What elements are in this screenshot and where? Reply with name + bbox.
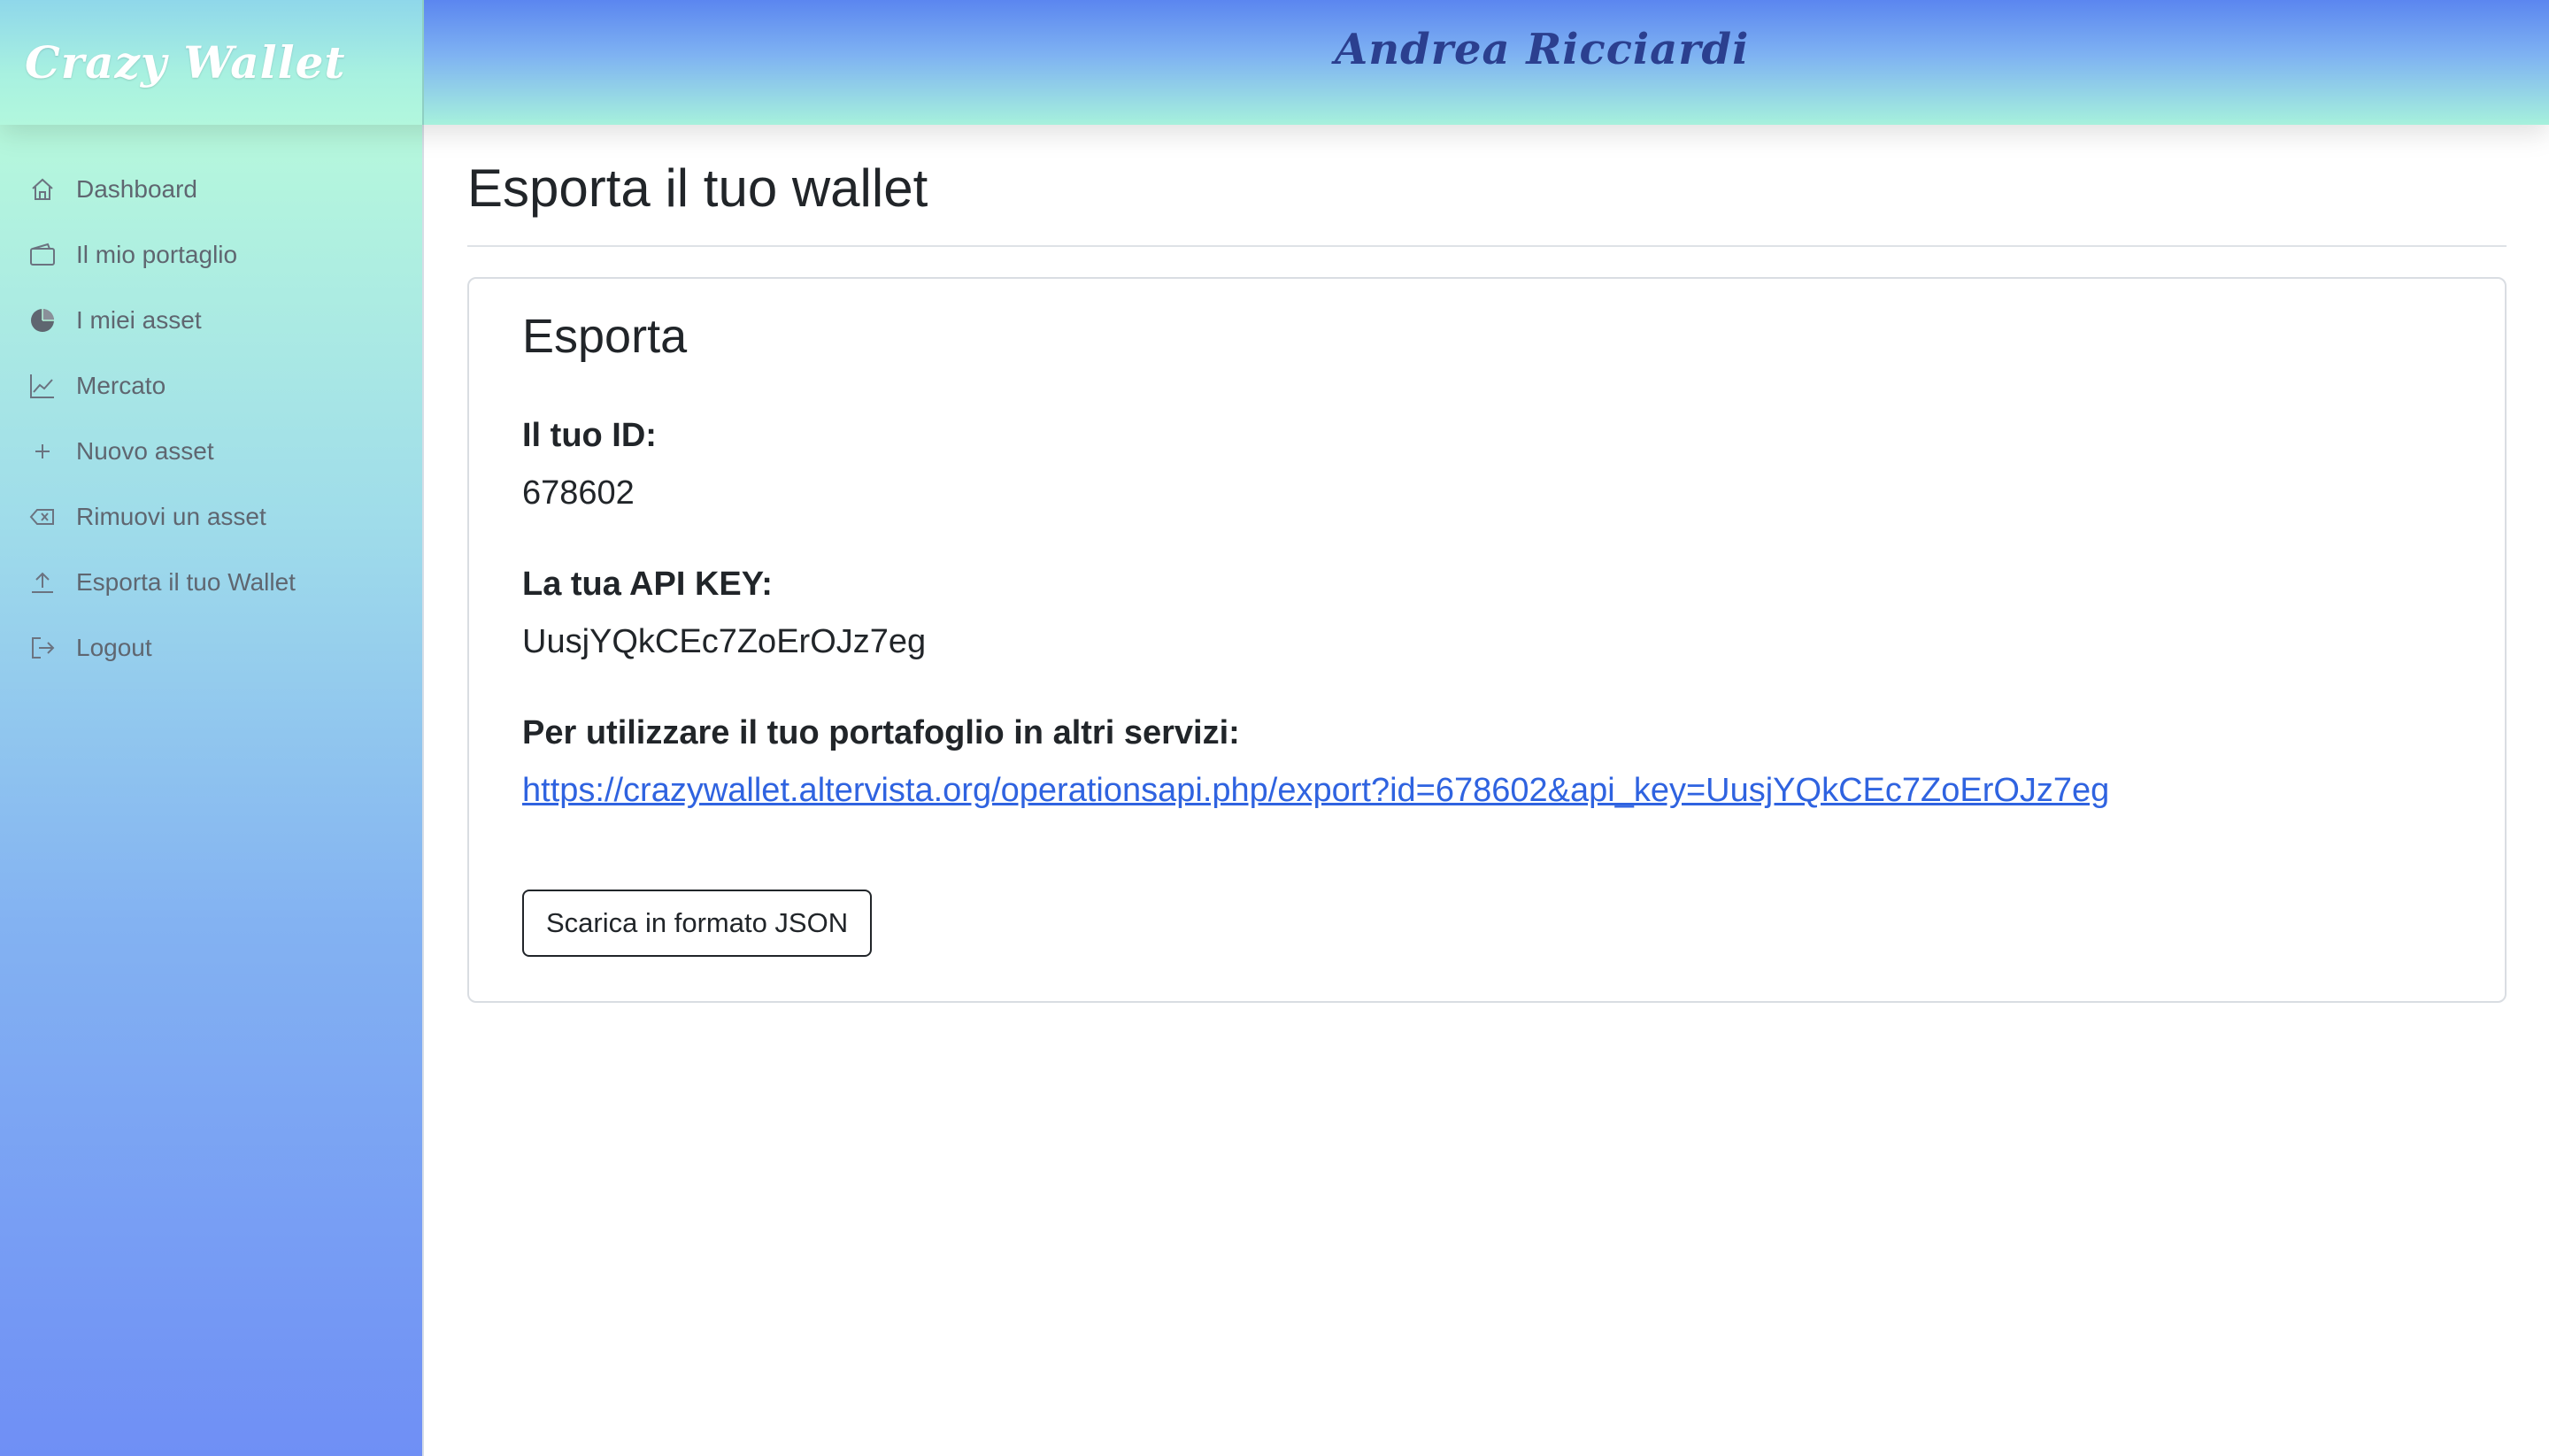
user-name: Andrea Ricciardi bbox=[1335, 25, 1750, 74]
divider bbox=[467, 245, 2507, 247]
sidebar-item-market[interactable]: Mercato bbox=[0, 353, 422, 419]
download-json-button[interactable]: Scarica in formato JSON bbox=[522, 890, 873, 957]
sidebar-item-label: Logout bbox=[76, 634, 152, 661]
house-icon bbox=[27, 173, 58, 205]
sidebar-item-label: Rimuovi un asset bbox=[76, 503, 266, 530]
id-label: Il tuo ID: bbox=[522, 417, 657, 454]
line-chart-icon bbox=[27, 370, 58, 402]
api-key-label: La tua API KEY: bbox=[522, 566, 773, 603]
export-api-link[interactable]: https://crazywallet.altervista.org/opera… bbox=[522, 772, 2109, 810]
id-field: Il tuo ID: 678602 bbox=[522, 417, 2452, 512]
sidebar-item-assets[interactable]: I miei asset bbox=[0, 288, 422, 353]
sidebar-item-label: Mercato bbox=[76, 372, 166, 399]
sidebar-item-label: Il mio portaglio bbox=[76, 241, 238, 268]
sidebar-item-label: Esporta il tuo Wallet bbox=[76, 568, 296, 596]
pie-chart-icon bbox=[27, 304, 58, 336]
sidebar-item-label: Dashboard bbox=[76, 175, 197, 203]
sidebar-nav: Dashboard Il mio portaglio I miei asset … bbox=[0, 125, 422, 681]
sidebar-item-label: I miei asset bbox=[76, 306, 202, 334]
sidebar-item-portfolio[interactable]: Il mio portaglio bbox=[0, 222, 422, 288]
wallet-icon bbox=[27, 239, 58, 271]
upload-icon bbox=[27, 566, 58, 598]
sidebar: Dashboard Il mio portaglio I miei asset … bbox=[0, 125, 424, 1456]
id-value: 678602 bbox=[522, 474, 635, 512]
logout-icon bbox=[27, 632, 58, 664]
sidebar-item-export-wallet[interactable]: Esporta il tuo Wallet bbox=[0, 550, 422, 615]
brand-logo-text[interactable]: Crazy Wallet bbox=[25, 36, 346, 89]
main-content: Esporta il tuo wallet Esporta Il tuo ID:… bbox=[467, 125, 2507, 1003]
sidebar-item-remove-asset[interactable]: Rimuovi un asset bbox=[0, 484, 422, 550]
sidebar-item-label: Nuovo asset bbox=[76, 437, 214, 465]
sidebar-item-logout[interactable]: Logout bbox=[0, 615, 422, 681]
card-title: Esporta bbox=[522, 310, 688, 363]
brand[interactable]: Crazy Wallet bbox=[0, 0, 424, 125]
top-bar: Crazy Wallet Andrea Ricciardi bbox=[0, 0, 2549, 125]
api-key-field: La tua API KEY: UusjYQkCEc7ZoErOJz7eg bbox=[522, 566, 2452, 661]
sidebar-item-new-asset[interactable]: Nuovo asset bbox=[0, 419, 422, 484]
api-key-value: UusjYQkCEc7ZoErOJz7eg bbox=[522, 623, 927, 660]
app: Crazy Wallet Andrea Ricciardi Dashboard … bbox=[0, 0, 2549, 1456]
usage-field: Per utilizzare il tuo portafoglio in alt… bbox=[522, 714, 2452, 810]
sidebar-item-dashboard[interactable]: Dashboard bbox=[0, 157, 422, 222]
page-title: Esporta il tuo wallet bbox=[467, 158, 928, 218]
backspace-icon bbox=[27, 501, 58, 533]
plus-icon bbox=[27, 435, 58, 467]
usage-label: Per utilizzare il tuo portafoglio in alt… bbox=[522, 714, 1240, 751]
export-card: Esporta Il tuo ID: 678602 La tua API KEY… bbox=[467, 277, 2507, 1003]
